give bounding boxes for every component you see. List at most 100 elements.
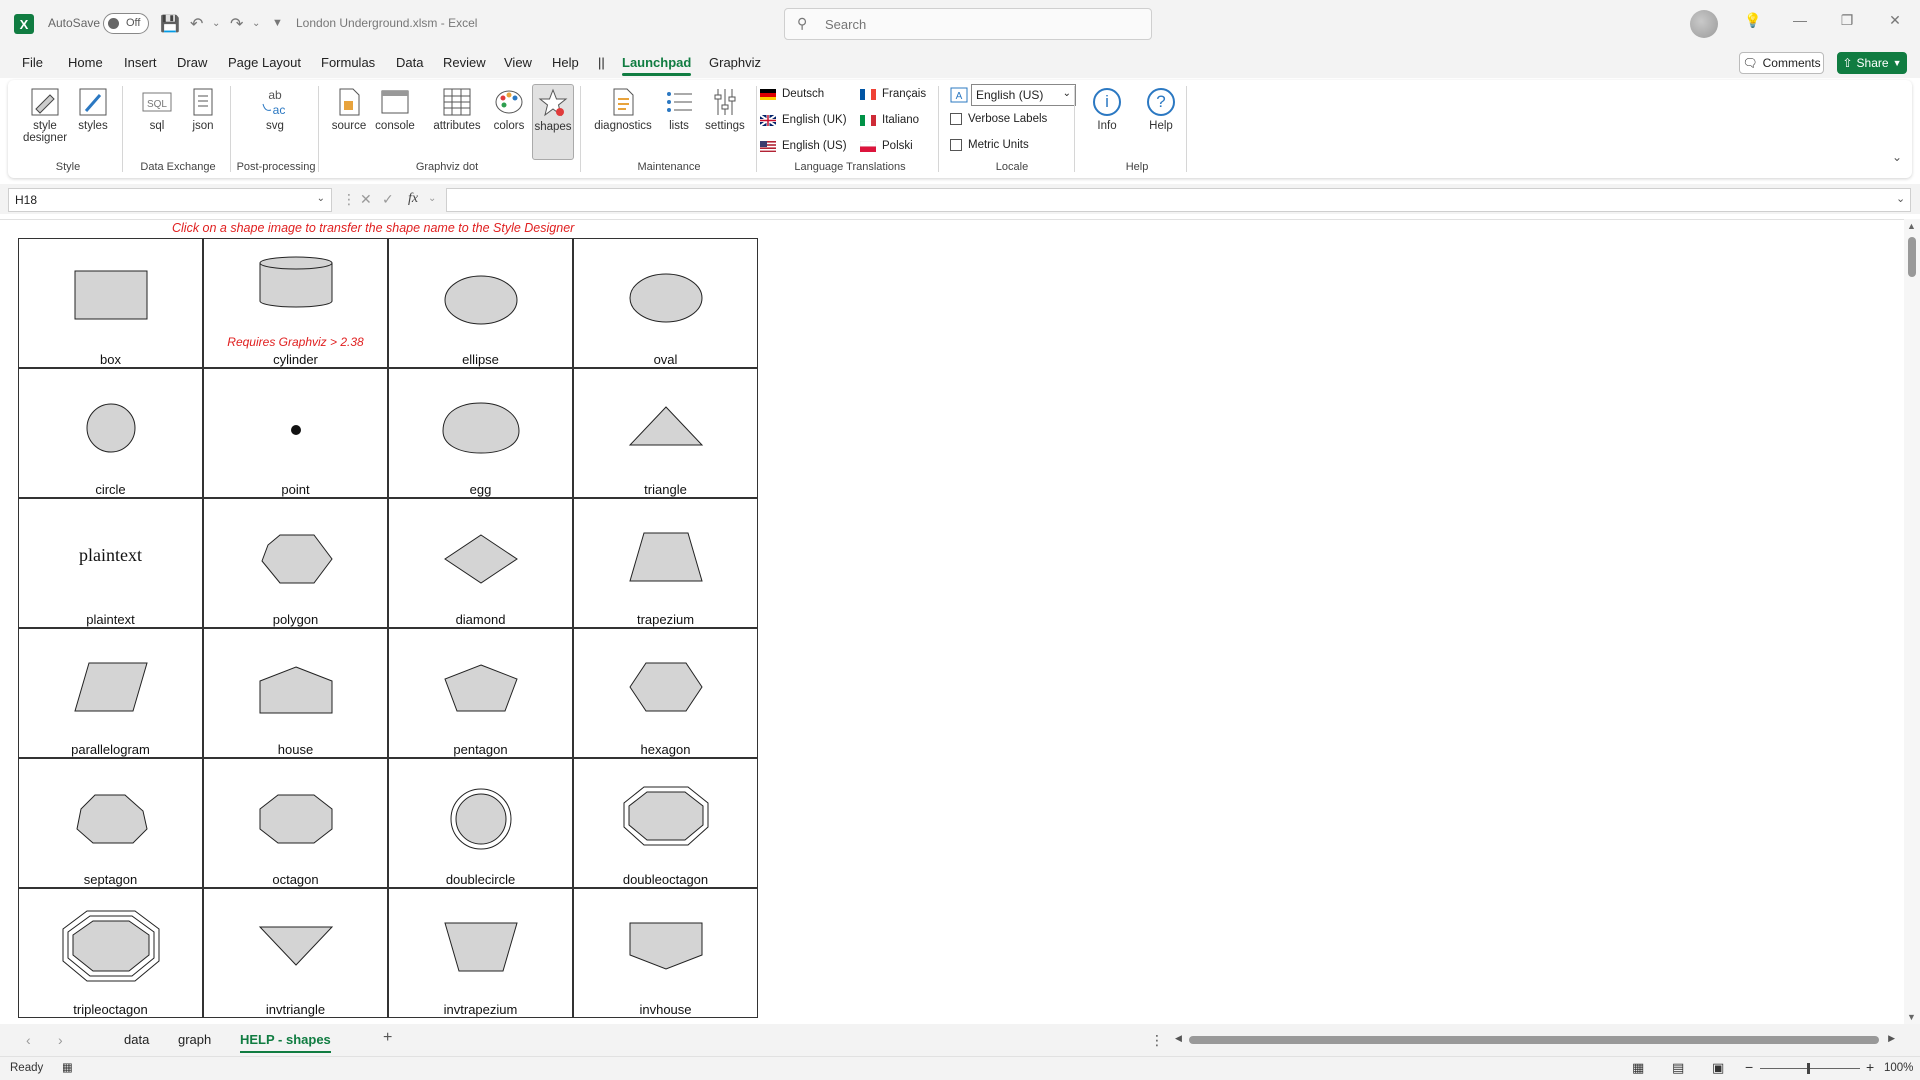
more-icon[interactable]: ⋮: [342, 191, 356, 208]
tab-review[interactable]: Review: [443, 55, 486, 70]
zoom-in-button[interactable]: +: [1866, 1059, 1874, 1075]
shape-cell-parallelogram[interactable]: parallelogram: [18, 628, 203, 758]
tab-help[interactable]: Help: [552, 55, 579, 70]
chevron-down-icon[interactable]: ⌄: [428, 193, 436, 204]
shape-cell-triangle[interactable]: triangle: [573, 368, 758, 498]
tab-home[interactable]: Home: [68, 55, 103, 70]
shape-cell-plaintext[interactable]: plaintext plaintext: [18, 498, 203, 628]
share-button[interactable]: ⇧ Share ▼: [1837, 52, 1907, 74]
collapse-ribbon-icon[interactable]: ⌄: [1892, 150, 1902, 164]
formula-input[interactable]: [446, 188, 1911, 212]
shape-cell-oval[interactable]: oval: [573, 238, 758, 368]
prev-sheet-icon[interactable]: ‹: [26, 1032, 31, 1048]
style-designer-button[interactable]: style designer: [22, 84, 68, 160]
verbose-labels-checkbox[interactable]: Verbose Labels: [950, 113, 1047, 125]
sheet-tab-help-shapes[interactable]: HELP - shapes: [240, 1032, 331, 1053]
vertical-scrollbar[interactable]: ▲ ▼: [1904, 219, 1920, 1024]
zoom-slider-knob[interactable]: [1807, 1063, 1810, 1074]
diagnostics-button[interactable]: diagnostics: [590, 84, 656, 154]
shape-cell-point[interactable]: point: [203, 368, 388, 498]
locale-select[interactable]: English (US) ⌄: [971, 84, 1076, 106]
svg-button[interactable]: ab ac svg: [252, 84, 298, 154]
tab-data[interactable]: Data: [396, 55, 423, 70]
redo-icon[interactable]: ↷: [230, 14, 243, 34]
worksheet[interactable]: Click on a shape image to transfer the s…: [0, 219, 1904, 1024]
undo-icon[interactable]: ↶: [190, 14, 203, 34]
tab-graphviz[interactable]: Graphviz: [709, 55, 761, 70]
shape-cell-trapezium[interactable]: trapezium: [573, 498, 758, 628]
shape-cell-diamond[interactable]: diamond: [388, 498, 573, 628]
shape-cell-invtrapezium[interactable]: invtrapezium: [388, 888, 573, 1018]
tab-draw[interactable]: Draw: [177, 55, 207, 70]
horizontal-scrollbar[interactable]: ◀ ▶: [1175, 1033, 1895, 1046]
page-break-view-icon[interactable]: ▣: [1712, 1060, 1724, 1076]
settings-button[interactable]: settings: [700, 84, 750, 154]
shape-cell-circle[interactable]: circle: [18, 368, 203, 498]
search-box[interactable]: ⚲: [784, 8, 1152, 40]
scroll-right-icon[interactable]: ▶: [1888, 1033, 1895, 1044]
shape-cell-doubleoctagon[interactable]: doubleoctagon: [573, 758, 758, 888]
help-button[interactable]: ? Help: [1138, 84, 1184, 154]
source-button[interactable]: source: [326, 84, 372, 154]
tab-launchpad[interactable]: Launchpad: [622, 55, 692, 76]
styles-button[interactable]: styles: [70, 84, 116, 154]
customize-qat-icon[interactable]: ▼: [272, 17, 283, 29]
redo-dropdown-icon[interactable]: ⌄: [252, 18, 260, 29]
shape-cell-tripleoctagon[interactable]: tripleoctagon: [18, 888, 203, 1018]
shape-cell-hexagon[interactable]: hexagon: [573, 628, 758, 758]
info-button[interactable]: i Info: [1084, 84, 1130, 154]
sql-button[interactable]: SQL sql: [134, 84, 180, 154]
page-layout-view-icon[interactable]: ▤: [1672, 1060, 1684, 1076]
shape-cell-pentagon[interactable]: pentagon: [388, 628, 573, 758]
colors-button[interactable]: colors: [486, 84, 532, 154]
scroll-down-icon[interactable]: ▼: [1907, 1012, 1916, 1022]
scroll-thumb[interactable]: [1908, 237, 1916, 277]
avatar[interactable]: [1690, 10, 1718, 38]
scroll-thumb[interactable]: [1189, 1036, 1879, 1044]
add-sheet-button[interactable]: +: [383, 1029, 392, 1047]
lang-deutsch[interactable]: Deutsch: [760, 88, 824, 100]
scroll-left-icon[interactable]: ◀: [1175, 1033, 1182, 1044]
tab-view[interactable]: View: [504, 55, 532, 70]
shape-cell-doublecircle[interactable]: doublecircle: [388, 758, 573, 888]
search-input[interactable]: [825, 13, 1125, 35]
tab-file[interactable]: File: [22, 55, 43, 70]
lang-english-us[interactable]: English (US): [760, 140, 847, 152]
enter-icon[interactable]: ✓: [382, 191, 394, 208]
zoom-slider[interactable]: [1760, 1063, 1860, 1074]
console-button[interactable]: console: [372, 84, 418, 154]
shape-cell-octagon[interactable]: octagon: [203, 758, 388, 888]
shape-cell-invhouse[interactable]: invhouse: [573, 888, 758, 1018]
attributes-button[interactable]: attributes: [428, 84, 486, 154]
shape-cell-cylinder[interactable]: Requires Graphviz > 2.38 cylinder: [203, 238, 388, 368]
json-button[interactable]: json: [180, 84, 226, 154]
normal-view-icon[interactable]: ▦: [1632, 1060, 1644, 1076]
sheet-tab-graph[interactable]: graph: [178, 1032, 211, 1047]
lists-button[interactable]: lists: [656, 84, 702, 154]
shape-cell-invtriangle[interactable]: invtriangle: [203, 888, 388, 1018]
restore-icon[interactable]: ❐: [1832, 12, 1862, 29]
lang-francais[interactable]: Français: [860, 88, 926, 100]
shape-cell-box[interactable]: box: [18, 238, 203, 368]
metric-units-checkbox[interactable]: Metric Units: [950, 139, 1029, 151]
cancel-icon[interactable]: ✕: [360, 191, 372, 208]
name-box[interactable]: H18 ⌄: [8, 188, 332, 212]
close-icon[interactable]: ✕: [1880, 12, 1910, 29]
expand-formula-icon[interactable]: ⌄: [1896, 192, 1905, 205]
shape-cell-house[interactable]: house: [203, 628, 388, 758]
more-icon[interactable]: ⋮: [1150, 1032, 1164, 1049]
shape-cell-ellipse[interactable]: ellipse: [388, 238, 573, 368]
zoom-out-button[interactable]: −: [1745, 1059, 1753, 1075]
shape-cell-septagon[interactable]: septagon: [18, 758, 203, 888]
shape-cell-egg[interactable]: egg: [388, 368, 573, 498]
sheet-tab-data[interactable]: data: [124, 1032, 149, 1047]
undo-dropdown-icon[interactable]: ⌄: [212, 18, 220, 29]
lightbulb-icon[interactable]: 💡: [1738, 12, 1768, 29]
lang-polski[interactable]: Polski: [860, 140, 913, 152]
accessibility-icon[interactable]: ▦: [62, 1060, 73, 1074]
minimize-icon[interactable]: —: [1785, 12, 1815, 28]
zoom-level[interactable]: 100%: [1884, 1062, 1913, 1074]
tab-insert[interactable]: Insert: [124, 55, 157, 70]
lang-italiano[interactable]: Italiano: [860, 114, 919, 126]
tab-page-layout[interactable]: Page Layout: [228, 55, 301, 70]
